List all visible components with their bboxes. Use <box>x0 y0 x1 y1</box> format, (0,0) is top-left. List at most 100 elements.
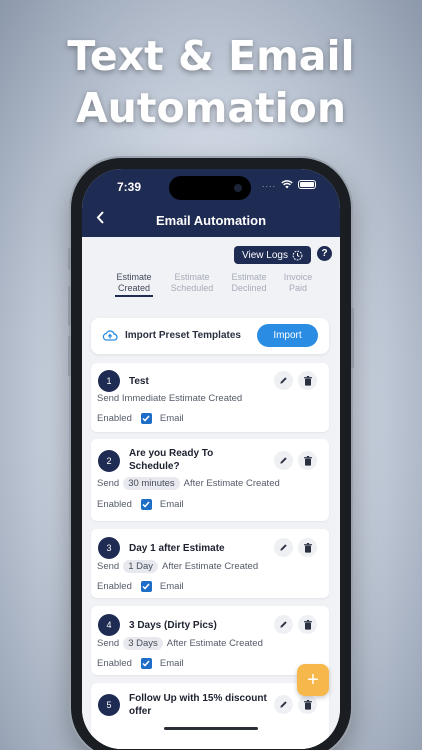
dynamic-island <box>169 176 251 200</box>
enabled-row: Enabled Email <box>97 499 184 510</box>
automation-number: 4 <box>98 614 120 636</box>
trash-icon <box>303 619 312 630</box>
tab-label-line2: Created <box>117 283 151 293</box>
tab-label-line1: Invoice <box>283 272 313 282</box>
enabled-label: Enabled <box>97 581 132 592</box>
email-enabled-checkbox[interactable] <box>140 658 152 669</box>
view-logs-label: View Logs <box>242 249 288 261</box>
trigger-label: After Estimate Created <box>183 478 280 489</box>
title-line1: Are you Ready To <box>129 448 214 459</box>
trash-icon <box>303 455 312 466</box>
pencil-icon <box>280 701 287 708</box>
checkmark-icon <box>142 583 150 590</box>
help-button[interactable]: ? <box>317 246 332 261</box>
import-templates-card: Import Preset Templates Import <box>91 318 329 354</box>
delete-button[interactable] <box>298 695 317 714</box>
automation-card[interactable]: 4 3 Days (Dirty Pics) Send 3 Days After … <box>91 606 329 675</box>
headline-line-2: Automation <box>75 84 347 132</box>
delete-button[interactable] <box>298 615 317 634</box>
title-line2: Schedule? <box>129 461 180 472</box>
send-label: Send Immediate Estimate Created <box>97 393 243 404</box>
edit-button[interactable] <box>274 371 293 390</box>
send-schedule: Send 1 Day After Estimate Created <box>97 560 258 573</box>
edit-button[interactable] <box>274 695 293 714</box>
tab-estimate-created[interactable]: Estimate Created <box>109 272 159 294</box>
send-label: Send <box>97 561 120 572</box>
trash-icon <box>303 375 312 386</box>
enabled-row: Enabled Email <box>97 581 184 592</box>
automation-card[interactable]: 2 Are you Ready To Schedule? Send 30 min… <box>91 439 329 521</box>
view-logs-button[interactable]: View Logs <box>234 246 311 264</box>
page-title: Email Automation <box>155 213 267 228</box>
trash-icon <box>303 542 312 553</box>
app-header: 7:39 .... Email Automation <box>82 169 340 237</box>
email-enabled-checkbox[interactable] <box>140 581 152 592</box>
checkmark-icon <box>142 501 150 508</box>
automation-title: Are you Ready To Schedule? <box>129 447 269 473</box>
edit-button[interactable] <box>274 451 293 470</box>
send-schedule: Send 30 minutes After Estimate Created <box>97 477 280 490</box>
import-templates-label: Import Preset Templates <box>125 330 241 341</box>
import-button[interactable]: Import <box>257 324 318 347</box>
pencil-icon <box>280 377 287 384</box>
automation-card[interactable]: 3 Day 1 after Estimate Send 1 Day After … <box>91 529 329 598</box>
clock-history-icon <box>292 250 303 260</box>
tab-label-line2: Paid <box>288 283 307 293</box>
edit-button[interactable] <box>274 615 293 634</box>
edit-button[interactable] <box>274 538 293 557</box>
delay-chip: 3 Days <box>123 637 163 650</box>
wifi-icon <box>281 179 293 188</box>
tab-label-line2: Scheduled <box>170 283 214 293</box>
email-enabled-checkbox[interactable] <box>140 499 152 510</box>
status-time: 7:39 <box>117 180 142 194</box>
enabled-label: Enabled <box>97 499 132 510</box>
tab-label-line1: Estimate <box>116 272 152 282</box>
send-schedule: Send 3 Days After Estimate Created <box>97 637 263 650</box>
checkmark-icon <box>142 415 150 422</box>
trash-icon <box>303 699 312 710</box>
email-enabled-checkbox[interactable] <box>140 413 152 424</box>
tab-estimate-declined[interactable]: Estimate Declined <box>224 272 274 294</box>
automation-title: Follow Up with 15% discount offer <box>129 692 274 718</box>
enabled-row: Enabled Email <box>97 413 184 424</box>
tab-label-line1: Estimate <box>231 272 267 282</box>
phone-power-button <box>351 308 354 368</box>
delete-button[interactable] <box>298 371 317 390</box>
battery-icon <box>298 179 316 189</box>
tab-invoice-paid[interactable]: Invoice Paid <box>273 272 323 294</box>
automation-title: Day 1 after Estimate <box>129 543 225 554</box>
delay-chip: 30 minutes <box>123 477 180 490</box>
send-label: Send <box>97 478 120 489</box>
send-schedule: Send Immediate Estimate Created <box>97 393 242 404</box>
title-line1: Follow Up with 15% discount <box>129 693 267 704</box>
delay-chip: 1 Day <box>123 560 159 573</box>
phone-mute-switch <box>68 248 71 270</box>
automation-card[interactable]: 1 Test Send Immediate Estimate Created E… <box>91 363 329 432</box>
channel-label: Email <box>159 581 184 592</box>
channel-label: Email <box>159 658 184 669</box>
add-automation-button[interactable]: + <box>297 664 329 696</box>
phone-screen: 7:39 .... Email Automation View Logs ? E… <box>82 169 340 749</box>
tab-label-line1: Estimate <box>174 272 210 282</box>
cloud-upload-icon <box>102 330 118 341</box>
automation-number: 2 <box>98 450 120 472</box>
title-line2: offer <box>129 706 152 717</box>
automation-card[interactable]: 5 Follow Up with 15% discount offer <box>91 683 329 749</box>
enabled-label: Enabled <box>97 658 132 669</box>
channel-label: Email <box>159 499 184 510</box>
trigger-label: After Estimate Created <box>162 561 259 572</box>
headline-line-1: Text & Email <box>67 32 355 80</box>
send-label: Send <box>97 638 120 649</box>
delete-button[interactable] <box>298 538 317 557</box>
automation-number: 1 <box>98 370 120 392</box>
promo-headline: Text & Email Automation <box>0 30 422 134</box>
tab-estimate-scheduled[interactable]: Estimate Scheduled <box>167 272 217 294</box>
automation-tabs: Estimate Created Estimate Scheduled Esti… <box>100 272 336 298</box>
automation-title: 3 Days (Dirty Pics) <box>129 620 217 631</box>
pencil-icon <box>280 457 287 464</box>
pencil-icon <box>280 621 287 628</box>
channel-label: Email <box>159 413 184 424</box>
delete-button[interactable] <box>298 451 317 470</box>
phone-volume-down <box>68 336 71 376</box>
tab-label-line2: Declined <box>231 283 267 293</box>
